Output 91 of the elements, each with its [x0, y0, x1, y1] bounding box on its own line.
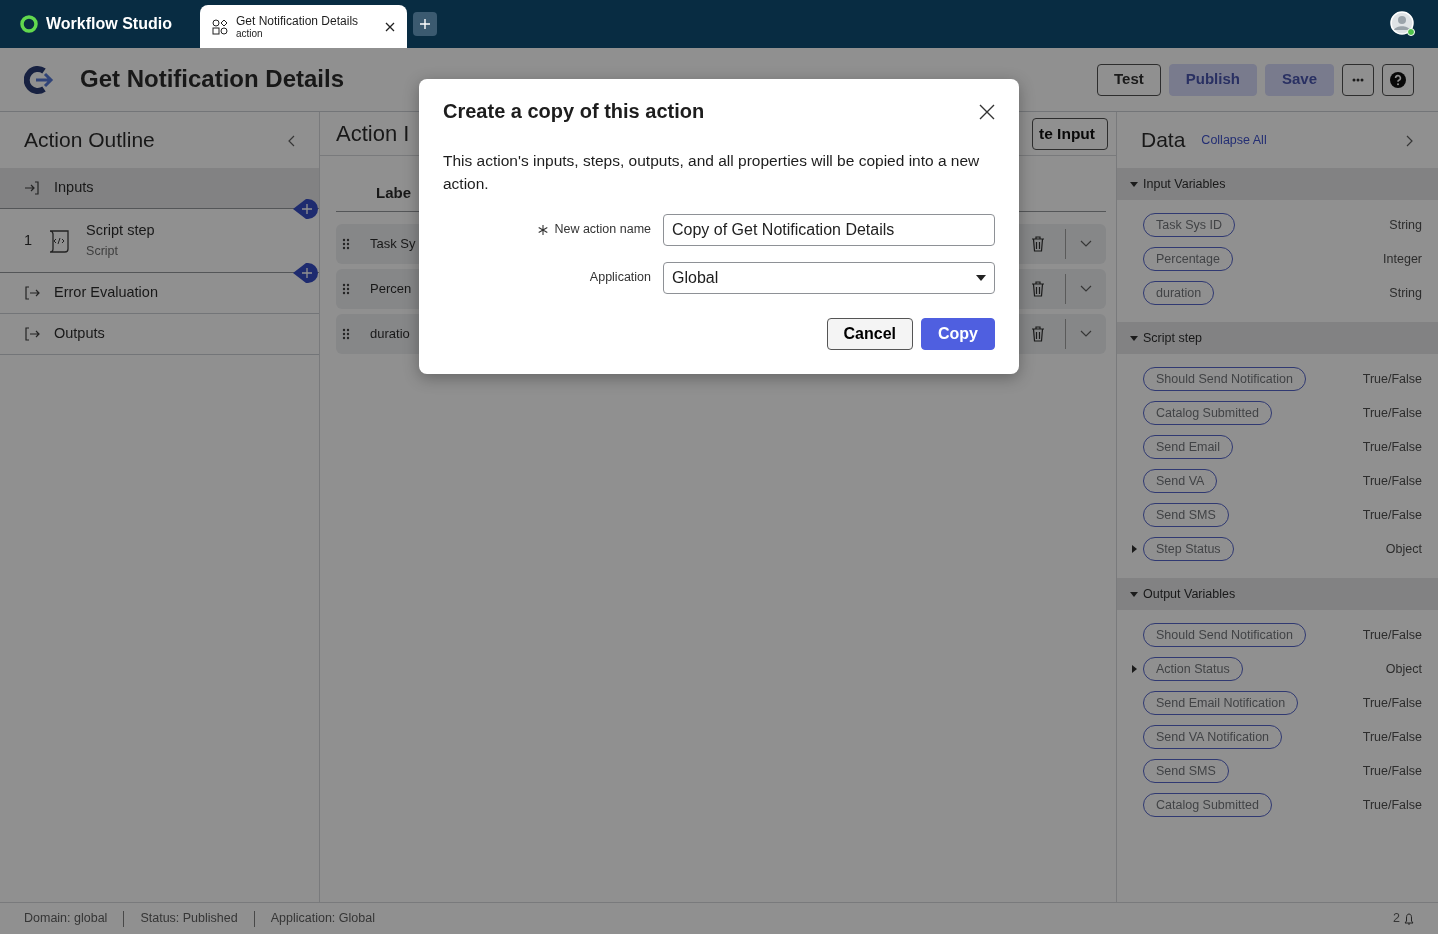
- trash-icon: [1031, 236, 1045, 253]
- outline-item[interactable]: Inputs: [0, 168, 319, 209]
- caret-down-icon: [1129, 333, 1139, 343]
- add-pin-icon: [293, 197, 319, 220]
- chevron-left-icon: [287, 134, 295, 147]
- tab-subtitle: action: [236, 28, 264, 40]
- status-text: Application: Global: [270, 910, 375, 928]
- input-label: Percen: [370, 279, 412, 298]
- trash-icon: [1031, 281, 1045, 298]
- caret-down-icon: [1129, 589, 1139, 599]
- shapes-icon: [212, 18, 228, 35]
- step-type: Script: [86, 243, 120, 260]
- field-label: New action name: [443, 220, 663, 239]
- variable-type: String: [1389, 216, 1422, 234]
- application-select[interactable]: Global: [663, 261, 995, 294]
- more-icon: [1352, 77, 1364, 82]
- variable-type: Object: [1385, 660, 1422, 678]
- status-text: Domain: global: [24, 910, 108, 928]
- create-input-button[interactable]: te Input: [1032, 117, 1108, 150]
- plus-icon: [420, 19, 430, 29]
- variable-type: True/False: [1362, 404, 1422, 422]
- sign-in-icon: [24, 180, 40, 196]
- chevron-down-icon: [1080, 285, 1092, 294]
- variable-type: True/False: [1362, 796, 1422, 814]
- tab-title: Get Notification Details: [236, 13, 359, 29]
- input-label: Task Sy: [370, 234, 416, 253]
- sign-out-icon: [24, 285, 40, 301]
- variable-type: String: [1389, 284, 1422, 302]
- caret-down-icon: [1129, 179, 1139, 189]
- variable-type: True/False: [1362, 472, 1422, 490]
- field-label: Application: [588, 269, 652, 287]
- step-title: Script step: [86, 221, 155, 241]
- dialog-title: Create a copy of this action: [443, 99, 705, 123]
- add-pin-icon: [293, 261, 319, 284]
- cancel-button[interactable]: Cancel: [826, 317, 913, 350]
- more-button[interactable]: [1342, 63, 1374, 96]
- section-header[interactable]: Script step: [1117, 322, 1438, 354]
- section-header[interactable]: Output Variables: [1117, 578, 1438, 610]
- step-number: 1: [24, 230, 33, 250]
- caret-right-icon: [1129, 544, 1139, 554]
- variable-type: True/False: [1362, 370, 1422, 388]
- add-step-button[interactable]: [293, 196, 319, 220]
- panel-title: Data: [1141, 127, 1186, 154]
- chevron-down-icon: [1080, 330, 1092, 339]
- section-title: Input Variables: [1143, 175, 1226, 193]
- drag-handle-icon: [342, 282, 350, 295]
- item-label: Inputs: [54, 178, 94, 198]
- chevron-down-icon: [1080, 240, 1092, 249]
- help-button[interactable]: [1382, 63, 1414, 96]
- logo-icon: [20, 15, 38, 33]
- section-header[interactable]: Input Variables: [1117, 168, 1438, 200]
- logo-icon: [24, 64, 54, 95]
- caret-right-icon: [1129, 664, 1139, 674]
- new-tab-button[interactable]: [413, 12, 437, 36]
- variable-type: True/False: [1362, 728, 1422, 746]
- item-label: Outputs: [54, 324, 105, 344]
- section-title: Script step: [1143, 329, 1203, 347]
- caret-down-icon: [976, 274, 986, 281]
- variable-type: True/False: [1362, 694, 1422, 712]
- outline-item[interactable]: Outputs: [0, 314, 319, 355]
- variable-type: True/False: [1362, 626, 1422, 644]
- collapse-all-link[interactable]: Collapse All: [1201, 130, 1267, 150]
- editor-tab[interactable]: Get Notification Details action: [200, 5, 407, 48]
- variable-type: True/False: [1362, 762, 1422, 780]
- close-icon: [979, 103, 995, 120]
- trash-icon: [1031, 326, 1045, 343]
- page-title: Get Notification Details: [80, 65, 345, 94]
- drag-handle-icon: [342, 327, 350, 340]
- item-label: Error Evaluation: [54, 283, 158, 303]
- variable-type: Integer: [1383, 250, 1422, 268]
- help-icon: [1390, 71, 1406, 88]
- bell-icon: [1404, 912, 1414, 925]
- sign-out-icon: [24, 326, 40, 342]
- add-step-button[interactable]: [293, 260, 319, 284]
- drag-handle-icon: [342, 237, 350, 250]
- avatar-icon: [1390, 11, 1416, 37]
- variable-type: True/False: [1362, 438, 1422, 456]
- notification-count: 2: [1393, 910, 1400, 928]
- section-title: Output Variables: [1143, 585, 1236, 603]
- chevron-right-icon: [1406, 134, 1414, 147]
- variable-type: True/False: [1362, 506, 1422, 524]
- input-label: duratio: [370, 324, 410, 343]
- status-text: Status: Published: [140, 910, 238, 928]
- close-icon: [385, 22, 395, 33]
- panel-title: Action I: [336, 120, 410, 148]
- app-name: Workflow Studio: [46, 14, 172, 34]
- variable-type: Object: [1385, 540, 1422, 558]
- test-button[interactable]: Test: [1097, 63, 1161, 96]
- panel-title: Action Outline: [24, 127, 155, 154]
- name-field[interactable]: Copy of Get Notification Details: [663, 213, 995, 246]
- copy-button[interactable]: Copy: [921, 317, 995, 350]
